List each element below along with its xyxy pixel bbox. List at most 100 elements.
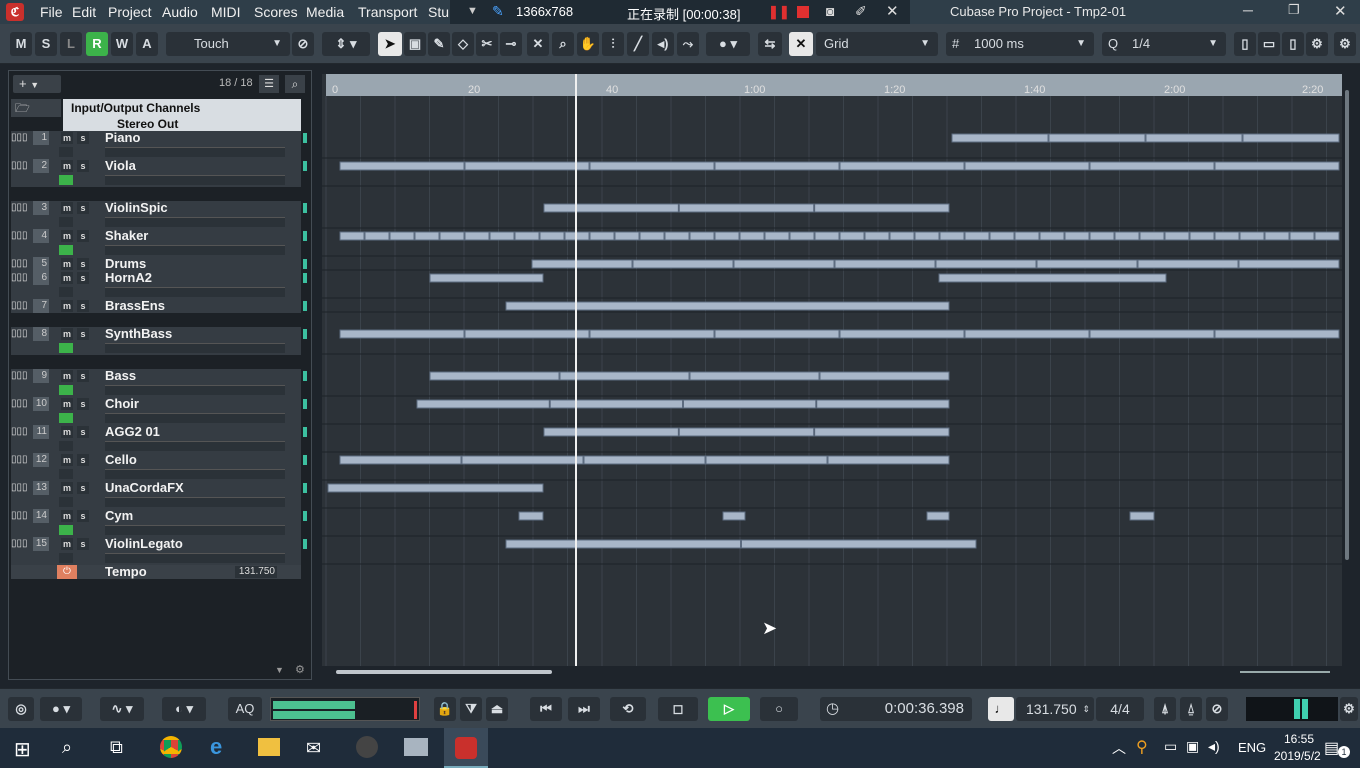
camera-icon[interactable]: ◙ bbox=[826, 3, 834, 19]
v-scrollbar[interactable] bbox=[1345, 90, 1349, 560]
chevron-down-icon[interactable]: ▼ bbox=[467, 5, 478, 17]
mute-button[interactable]: m bbox=[61, 230, 73, 242]
track-name[interactable]: UnaCordaFX bbox=[105, 481, 184, 495]
track-name[interactable]: BrassEns bbox=[105, 299, 165, 313]
midi-part[interactable] bbox=[714, 231, 740, 241]
gear-icon[interactable]: ⚙ bbox=[1334, 32, 1356, 56]
close-icon[interactable]: ✕ bbox=[1334, 2, 1347, 20]
midi-part[interactable] bbox=[461, 455, 584, 465]
mute-button[interactable]: m bbox=[61, 132, 73, 144]
split-tool-icon[interactable]: ✂ bbox=[476, 32, 498, 56]
midi-part[interactable] bbox=[714, 161, 840, 171]
midi-part[interactable] bbox=[389, 231, 415, 241]
midi-part[interactable] bbox=[589, 329, 715, 339]
solo-button[interactable]: s bbox=[77, 132, 89, 144]
snap-type-select[interactable]: Grid ▼ bbox=[816, 32, 938, 56]
track-row-3[interactable]: ▯▯▯ 3 m s ViolinSpic bbox=[11, 201, 307, 229]
close-recorder-icon[interactable]: ✕ bbox=[886, 2, 899, 20]
midi-part[interactable] bbox=[632, 259, 734, 269]
right-zone-icon[interactable]: ▯ bbox=[1282, 32, 1304, 56]
volume-lane[interactable] bbox=[105, 287, 285, 297]
settings-icon[interactable]: ⚙ bbox=[295, 663, 305, 676]
solo-button[interactable]: s bbox=[77, 426, 89, 438]
add-track-button[interactable]: + ▼ bbox=[13, 75, 61, 93]
cubase-taskbar-icon[interactable] bbox=[444, 728, 488, 768]
track-name[interactable]: Shaker bbox=[105, 229, 148, 243]
color-tool-icon[interactable]: ● ▾ bbox=[706, 32, 750, 56]
midi-part[interactable] bbox=[531, 259, 633, 269]
midi-part[interactable] bbox=[683, 399, 817, 409]
midi-part[interactable] bbox=[989, 231, 1015, 241]
playhead[interactable] bbox=[575, 74, 577, 666]
midi-part[interactable] bbox=[733, 259, 835, 269]
automation-a-button[interactable]: A bbox=[136, 32, 158, 56]
read-automation-button[interactable]: R bbox=[86, 32, 108, 56]
midi-part[interactable] bbox=[935, 259, 1037, 269]
mute-button[interactable]: m bbox=[61, 202, 73, 214]
solo-button[interactable]: s bbox=[77, 300, 89, 312]
midi-part[interactable] bbox=[1289, 231, 1315, 241]
midi-part[interactable] bbox=[705, 455, 828, 465]
midi-part[interactable] bbox=[364, 231, 390, 241]
track-row-9[interactable]: ▯▯▯ 9 m s Bass bbox=[11, 369, 307, 397]
midi-part[interactable] bbox=[429, 371, 560, 381]
track-name[interactable]: Cello bbox=[105, 453, 137, 467]
speaker-tool-icon[interactable]: ◂) bbox=[652, 32, 674, 56]
volume-icon[interactable]: ◂) bbox=[1208, 738, 1220, 755]
midi-part[interactable] bbox=[741, 539, 977, 549]
midi-part[interactable] bbox=[1114, 231, 1140, 241]
midi-part[interactable] bbox=[514, 231, 540, 241]
track-row-7[interactable]: ▯▯▯ 7 m s BrassEns bbox=[11, 299, 307, 313]
transport-settings-icon[interactable]: ⚙ bbox=[1340, 697, 1358, 721]
midi-part[interactable] bbox=[464, 161, 590, 171]
automation-icon[interactable] bbox=[59, 385, 73, 395]
midi-part[interactable] bbox=[1145, 133, 1243, 143]
solo-button[interactable]: s bbox=[77, 272, 89, 284]
track-menu-icon[interactable]: ☰ bbox=[259, 75, 279, 93]
mute-all-button[interactable]: M bbox=[10, 32, 32, 56]
arrange-window[interactable]: 0 20 40 1:00 1:20 1:40 2:00 2:20 bbox=[322, 74, 1342, 674]
midi-part[interactable] bbox=[429, 273, 544, 283]
midi-part[interactable] bbox=[1129, 511, 1155, 521]
track-row-10[interactable]: ▯▯▯ 10 m s Choir bbox=[11, 397, 307, 425]
midi-part[interactable] bbox=[339, 329, 465, 339]
volume-lane[interactable] bbox=[105, 413, 285, 423]
track-name[interactable]: HornA2 bbox=[105, 271, 152, 285]
metronome-icon[interactable]: ⍋ bbox=[1154, 697, 1176, 721]
midi-part[interactable] bbox=[539, 231, 565, 241]
menu-media[interactable]: Media bbox=[306, 4, 344, 20]
midi-part[interactable] bbox=[722, 511, 746, 521]
midi-part[interactable] bbox=[964, 161, 1090, 171]
automation-icon[interactable] bbox=[59, 525, 73, 535]
search-icon[interactable]: ⌕ bbox=[285, 75, 305, 93]
track-row-14[interactable]: ▯▯▯ 14 m s Cym bbox=[11, 509, 307, 537]
midi-part[interactable] bbox=[926, 511, 950, 521]
automation-icon[interactable] bbox=[59, 245, 73, 255]
midi-part[interactable] bbox=[489, 231, 515, 241]
solo-button[interactable]: s bbox=[77, 258, 89, 270]
nudge-icon[interactable]: ⇕ ▾ bbox=[322, 32, 370, 56]
folder-icon[interactable]: 🗁 bbox=[11, 99, 61, 117]
stereo-out-row[interactable]: Stereo Out bbox=[63, 117, 301, 131]
midi-part[interactable] bbox=[1164, 231, 1190, 241]
mail-icon[interactable]: ✉ bbox=[306, 738, 321, 759]
midi-part[interactable] bbox=[464, 231, 490, 241]
midi-part[interactable] bbox=[464, 329, 590, 339]
punch-icon[interactable]: ⏏ bbox=[486, 697, 508, 721]
folder-header[interactable]: Input/Output Channels bbox=[63, 99, 301, 117]
mute-button[interactable]: m bbox=[61, 258, 73, 270]
menu-edit[interactable]: Edit bbox=[72, 4, 96, 20]
midi-part[interactable] bbox=[1314, 231, 1340, 241]
volume-lane[interactable] bbox=[105, 245, 285, 255]
mute-button[interactable]: m bbox=[61, 510, 73, 522]
range-tool-icon[interactable]: ▣ bbox=[404, 32, 426, 56]
task-view-icon[interactable]: ⧉ bbox=[110, 737, 123, 758]
track-name[interactable]: ViolinLegato bbox=[105, 537, 183, 551]
mute-button[interactable]: m bbox=[61, 454, 73, 466]
pointer-tool-icon[interactable]: ➤ bbox=[378, 32, 402, 56]
midi-part[interactable] bbox=[339, 161, 465, 171]
cycle-icon[interactable]: ⟲ bbox=[610, 697, 646, 721]
midi-part[interactable] bbox=[834, 259, 936, 269]
battery-icon[interactable]: ▭ bbox=[1164, 738, 1177, 755]
tempo-stepper-icon[interactable]: ⇕ bbox=[1082, 697, 1090, 721]
